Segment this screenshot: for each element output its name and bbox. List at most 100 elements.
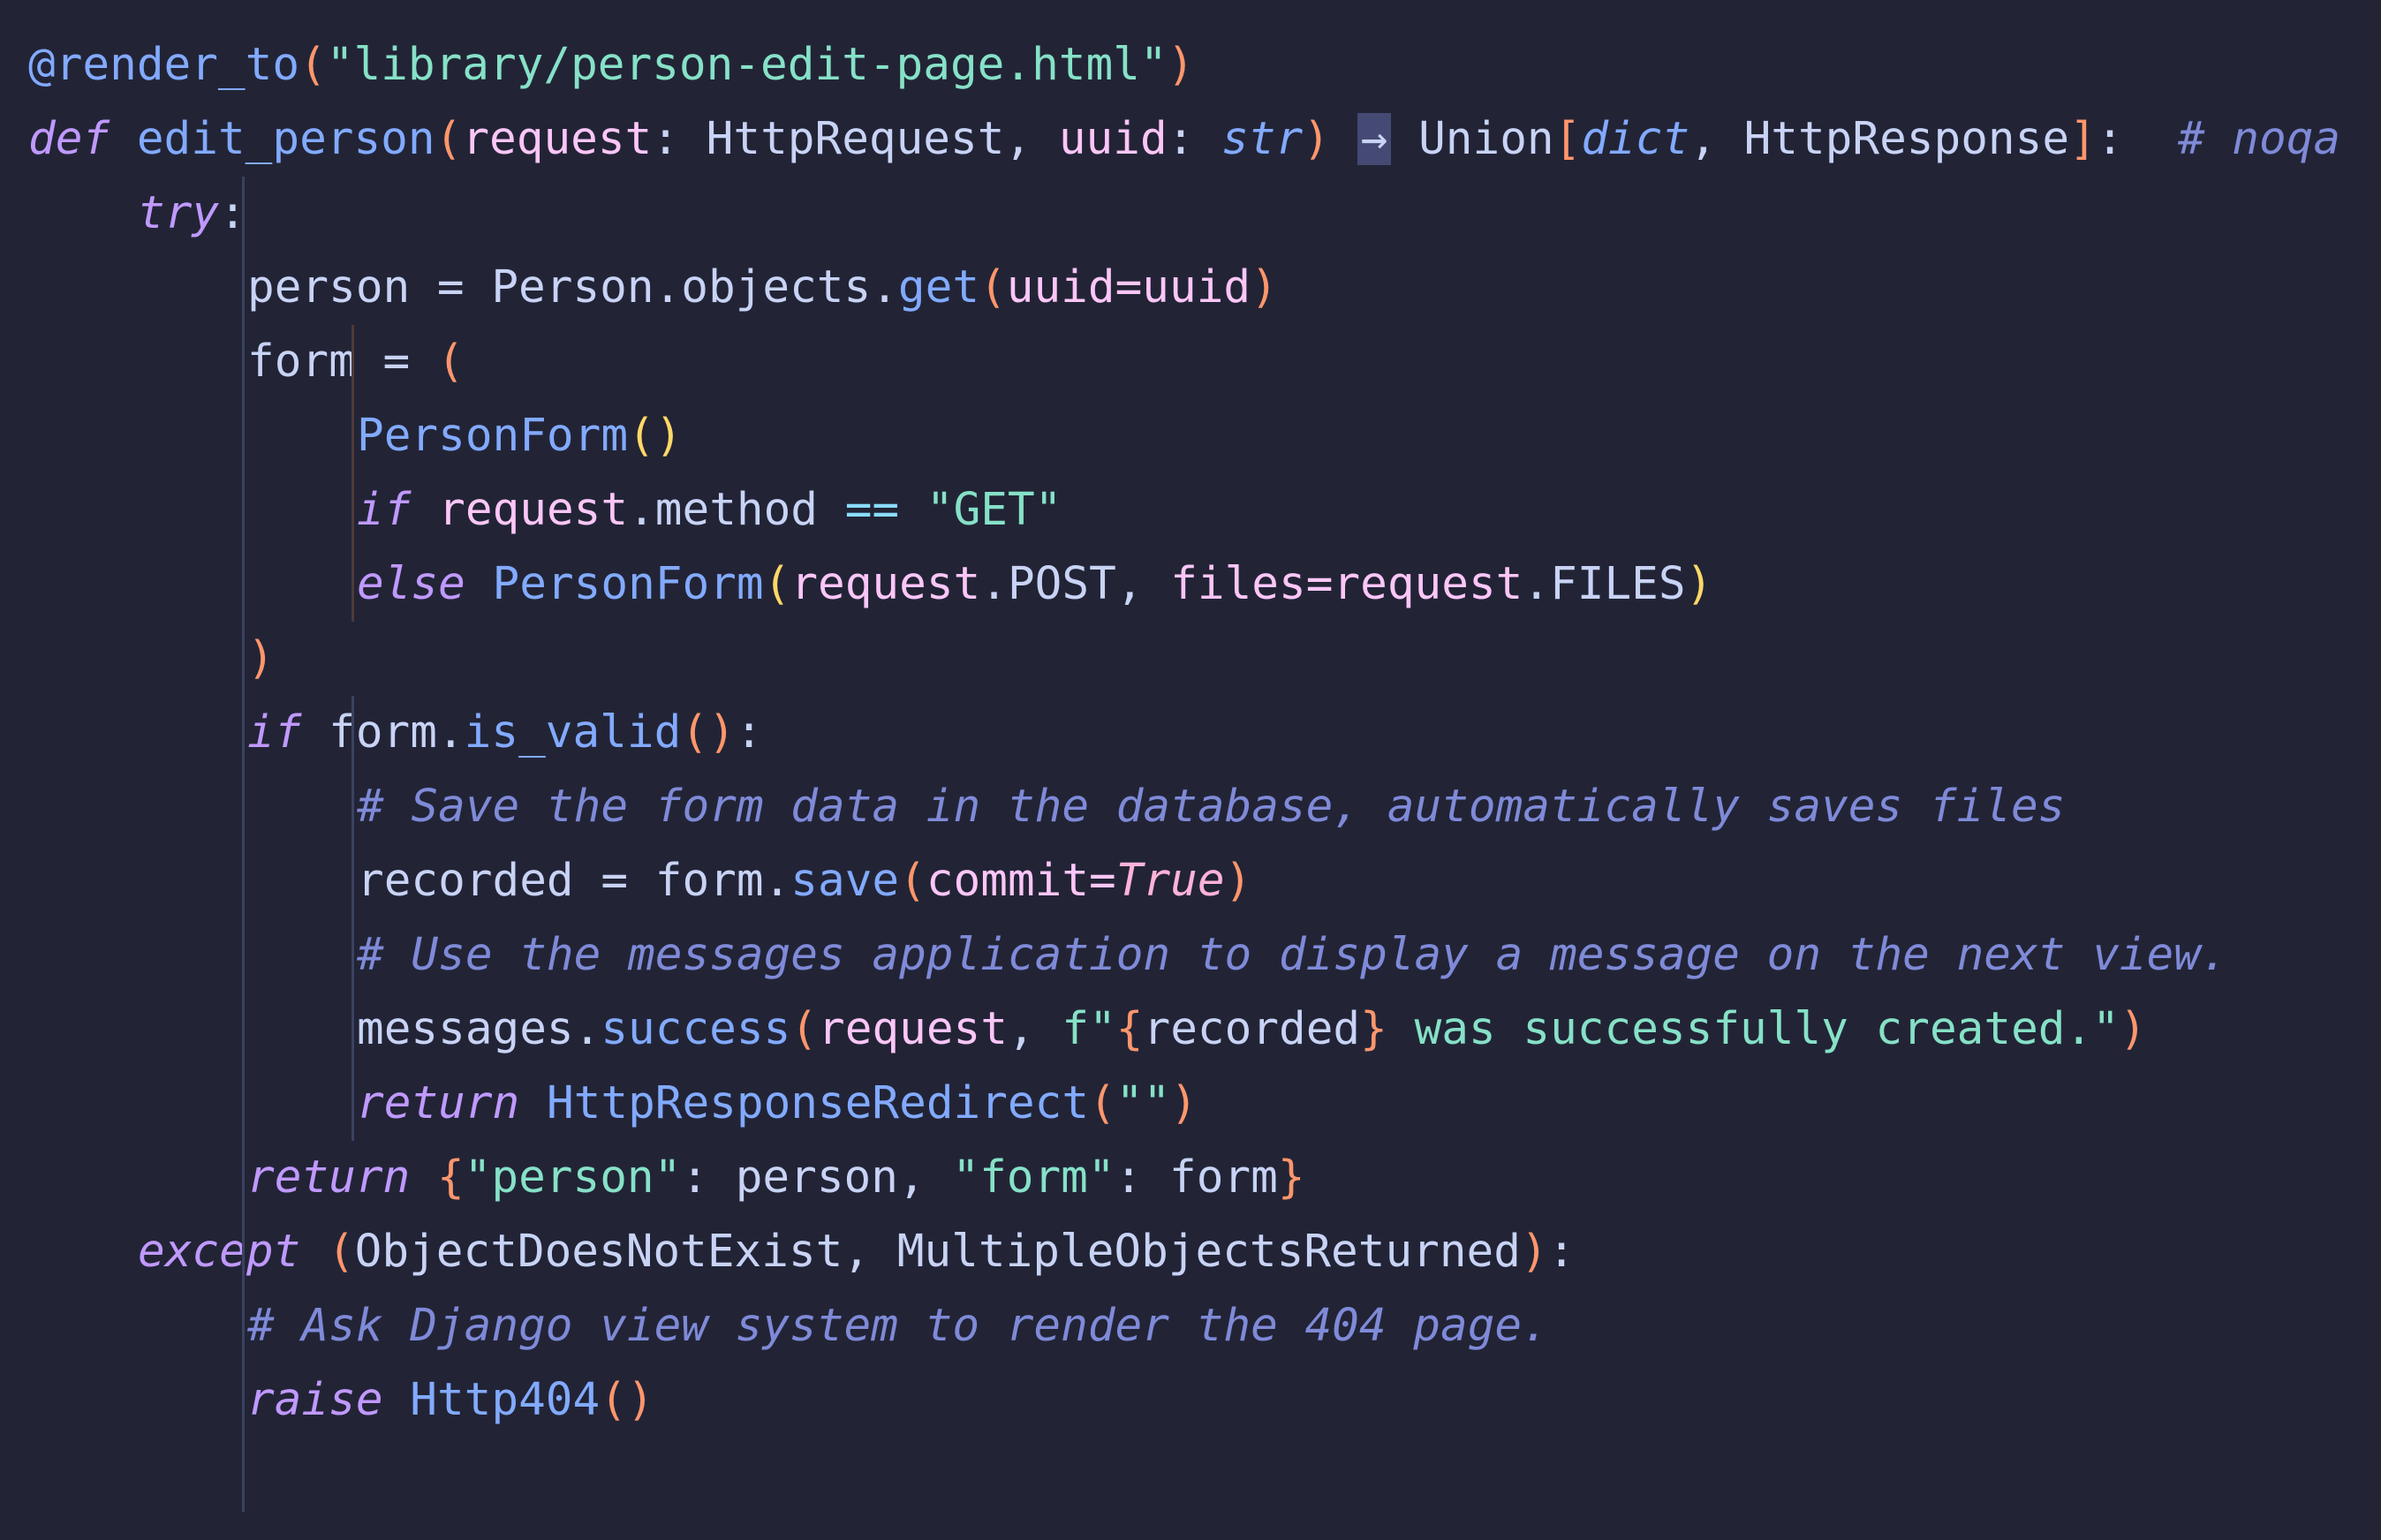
code-token: "library/person-edit-page.html" <box>326 39 1168 91</box>
code-token: () <box>628 410 683 462</box>
code-token: success <box>601 1003 791 1055</box>
code-token: form = <box>247 336 437 388</box>
code-token: request <box>438 484 629 536</box>
code-editor[interactable]: @render_to("library/person-edit-page.htm… <box>0 0 2381 1540</box>
code-token: if <box>247 706 302 759</box>
code-line[interactable]: else PersonForm(request.POST, files=requ… <box>357 547 1712 622</box>
code-token: , <box>1007 1003 1062 1055</box>
code-token: dict <box>1581 113 1690 165</box>
code-token: ) <box>1167 39 1195 91</box>
code-token: return <box>247 1151 411 1204</box>
code-token: : <box>1167 113 1222 165</box>
code-token: ) <box>1170 1077 1198 1129</box>
code-token: files=request <box>1170 558 1523 610</box>
code-token: : <box>735 706 763 759</box>
code-token: .method <box>628 484 845 536</box>
code-token: : form <box>1115 1151 1278 1204</box>
code-token: ( <box>436 336 465 388</box>
code-token: ( <box>979 261 1007 313</box>
code-token: str <box>1221 113 1304 165</box>
code-token: uuid <box>1058 113 1168 165</box>
code-token: True <box>1115 855 1225 907</box>
code-line[interactable]: except (ObjectDoesNotExist, MultipleObje… <box>138 1215 1575 1289</box>
code-line[interactable]: person = Person.objects.get(uuid=uuid) <box>247 251 1278 325</box>
code-token: "" <box>1115 1077 1171 1129</box>
code-token: Union <box>1391 113 1554 165</box>
code-token: } <box>1360 1003 1387 1055</box>
code-token: was successfully created." <box>1387 1003 2120 1055</box>
code-token: : <box>2096 113 2178 165</box>
code-token: ) <box>247 632 275 684</box>
code-token: ( <box>299 39 327 91</box>
code-token: save <box>790 855 900 907</box>
code-token: edit_person <box>136 113 435 165</box>
code-token: raise <box>247 1374 383 1426</box>
code-token: return <box>357 1077 520 1129</box>
indent-guide <box>242 1215 245 1512</box>
code-line[interactable]: return HttpResponseRedirect("") <box>357 1067 1198 1141</box>
code-token: # Use the messages application to displa… <box>357 929 2228 981</box>
code-token: ( <box>1089 1077 1116 1129</box>
code-line[interactable]: if form.is_valid(): <box>247 696 762 770</box>
code-token: request <box>790 558 981 610</box>
code-token: Http404 <box>410 1374 601 1426</box>
code-token: → <box>1357 113 1392 165</box>
code-token: , HttpResponse <box>1689 113 2070 165</box>
indent-guide <box>351 696 354 1141</box>
code-token: ObjectDoesNotExist, MultipleObjectsRetur… <box>354 1226 1521 1278</box>
code-line[interactable]: ) <box>247 622 275 696</box>
code-token: ] <box>2069 113 2097 165</box>
code-token: () <box>600 1374 654 1426</box>
code-token: PersonForm <box>492 558 764 610</box>
code-token: except <box>138 1226 301 1278</box>
code-token: request <box>462 113 653 165</box>
code-line[interactable]: messages.success(request, f"{recorded} w… <box>357 993 2147 1067</box>
indent-guide <box>242 177 245 1215</box>
code-token: if <box>357 484 412 536</box>
code-line[interactable]: try: <box>138 177 246 251</box>
code-line[interactable]: def edit_person(request: HttpRequest, uu… <box>28 102 2340 177</box>
code-token: recorded = form. <box>357 855 791 907</box>
code-line[interactable]: @render_to("library/person-edit-page.htm… <box>28 28 1194 102</box>
code-token: [ <box>1553 113 1582 165</box>
code-line[interactable]: PersonForm() <box>357 399 682 473</box>
code-line[interactable]: # Use the messages application to displa… <box>357 918 2228 993</box>
code-line[interactable]: form = ( <box>247 325 465 399</box>
code-line[interactable]: return {"person": person, "form": form} <box>247 1141 1305 1215</box>
code-token: .POST, <box>980 558 1171 610</box>
code-token: uuid=uuid <box>1006 261 1251 313</box>
code-token: ( <box>763 558 791 610</box>
code-token: "form" <box>952 1151 1115 1204</box>
code-token: } <box>1277 1151 1305 1204</box>
code-token: try <box>138 187 220 239</box>
indent-guide <box>351 325 354 622</box>
code-token: == <box>844 484 900 536</box>
code-line[interactable]: recorded = form.save(commit=True) <box>357 844 1251 918</box>
code-token: f" <box>1062 1003 1116 1055</box>
code-token: request <box>818 1003 1008 1055</box>
code-line[interactable]: raise Http404() <box>247 1363 654 1438</box>
code-token: # noqa <box>2177 113 2341 165</box>
code-token: : HttpRequest, <box>652 113 1059 165</box>
code-token: ( <box>327 1226 355 1278</box>
code-token: commit= <box>926 855 1116 907</box>
code-token: def <box>28 113 110 165</box>
code-token: form. <box>301 706 465 759</box>
code-line[interactable]: # Ask Django view system to render the 4… <box>247 1289 1549 1363</box>
code-token: ( <box>899 855 926 907</box>
code-line[interactable]: if request.method == "GET" <box>357 473 1062 547</box>
code-token: "GET" <box>926 484 1062 536</box>
code-token: messages. <box>357 1003 601 1055</box>
code-token: () <box>681 706 736 759</box>
code-token: .FILES <box>1523 558 1686 610</box>
code-token: : person, <box>681 1151 953 1204</box>
code-line[interactable]: # Save the form data in the database, au… <box>357 770 2065 844</box>
code-token: PersonForm <box>357 410 629 462</box>
code-token: ( <box>790 1003 818 1055</box>
